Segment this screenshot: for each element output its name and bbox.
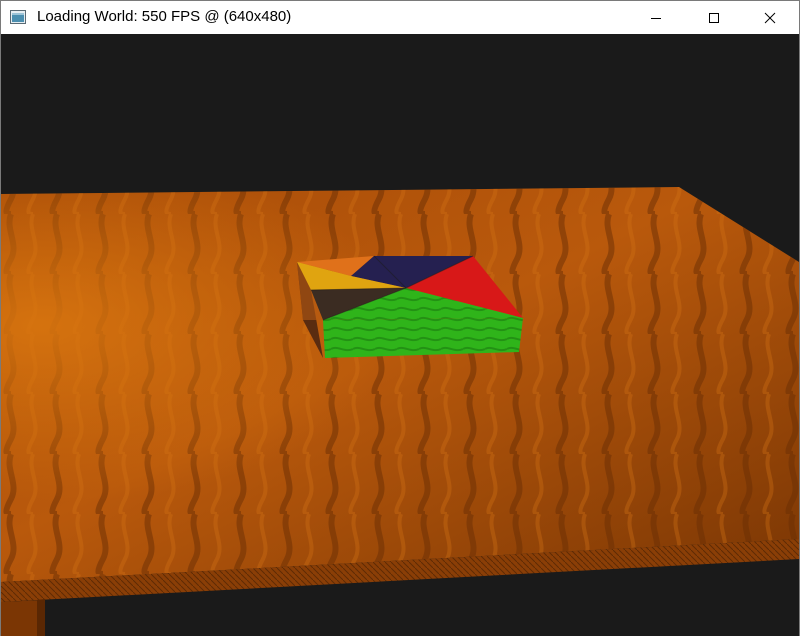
app-window: Loading World: 550 FPS @ (640x480)	[0, 0, 800, 636]
maximize-icon	[709, 12, 719, 23]
minimize-button[interactable]	[627, 1, 685, 34]
minimize-icon	[651, 17, 661, 19]
title-bar[interactable]: Loading World: 550 FPS @ (640x480)	[1, 1, 799, 34]
window-title: Loading World: 550 FPS @ (640x480)	[37, 8, 292, 25]
close-button[interactable]	[741, 1, 799, 34]
scene-canvas	[1, 34, 799, 636]
render-viewport[interactable]	[1, 34, 799, 636]
opengl-window-icon	[10, 10, 26, 24]
maximize-button[interactable]	[685, 1, 743, 34]
table-top	[1, 187, 799, 582]
close-icon	[764, 12, 776, 23]
